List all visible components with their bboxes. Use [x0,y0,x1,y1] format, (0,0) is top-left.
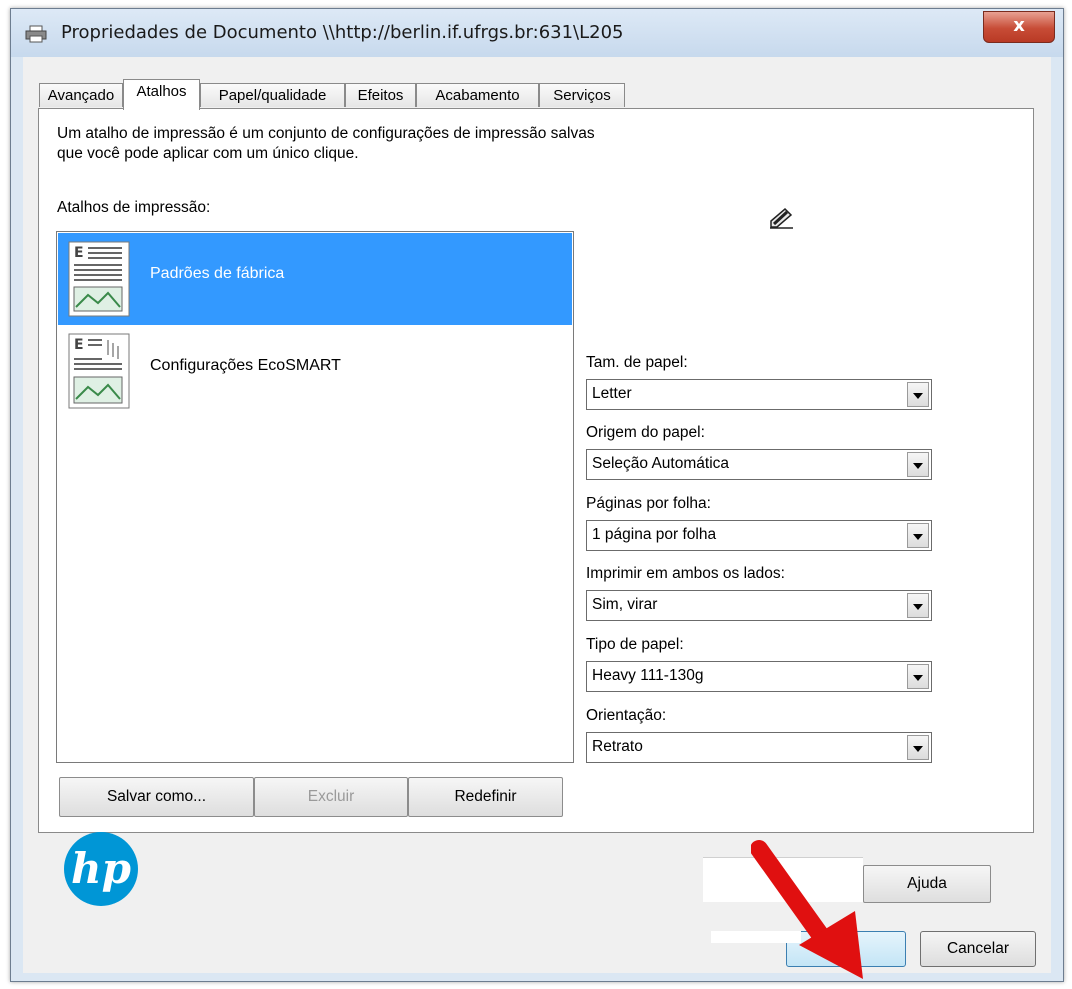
shortcut-label: Configurações EcoSMART [150,357,341,374]
paper-type-select[interactable]: Heavy 111-130g [586,661,932,692]
document-page-icon: E [68,333,130,409]
window-title: Propriedades de Documento \\http://berli… [61,22,624,43]
orientation-label: Orientação: [586,707,667,724]
atalhos-panel: Um atalho de impressão é um conjunto de … [38,108,1034,833]
paper-size-select[interactable]: Letter [586,379,932,410]
cancel-button[interactable]: Cancelar [920,931,1036,967]
chevron-down-icon[interactable] [907,593,929,618]
paper-type-label: Tipo de papel: [586,636,684,653]
hp-logo: hp [64,832,138,906]
svg-text:E: E [74,245,84,261]
pages-per-sheet-label: Páginas por folha: [586,495,711,512]
orientation-select[interactable]: Retrato [586,732,932,763]
shortcut-item-ecosmart[interactable]: E Configurações EcoSMART [58,325,572,417]
description-line-1: Um atalho de impressão é um conjunto de … [57,125,595,142]
tab-acabamento[interactable]: Acabamento [416,83,539,107]
chevron-down-icon[interactable] [907,523,929,548]
description-line-2: que você pode aplicar com um único cliqu… [57,145,359,162]
delete-button: Excluir [254,777,408,817]
pencil-icon[interactable] [769,207,795,229]
shortcut-list-label: Atalhos de impressão: [57,199,211,216]
shortcut-item-factory-defaults[interactable]: E Padrões de fábrica [58,233,572,325]
paper-size-label: Tam. de papel: [586,354,688,371]
shortcut-label: Padrões de fábrica [150,265,285,282]
paper-size-value: Letter [592,385,632,402]
chevron-down-icon[interactable] [907,664,929,689]
chevron-down-icon[interactable] [907,452,929,477]
tab-efeitos[interactable]: Efeitos [345,83,416,107]
chevron-down-icon[interactable] [907,735,929,760]
duplex-value: Sim, virar [592,596,658,613]
duplex-label: Imprimir em ambos os lados: [586,565,785,582]
document-page-icon: E [68,241,130,317]
paper-source-label: Origem do papel: [586,424,705,441]
tab-atalhos[interactable]: Atalhos [123,79,200,110]
chevron-down-icon[interactable] [907,382,929,407]
svg-text:hp: hp [71,844,131,893]
orientation-value: Retrato [592,738,643,755]
help-button[interactable]: Ajuda [863,865,991,903]
tab-servicos[interactable]: Serviços [539,83,625,107]
paper-type-value: Heavy 111-130g [592,667,704,684]
svg-text:E: E [74,337,84,353]
close-button[interactable]: x [983,11,1055,43]
shortcut-list[interactable]: E Padrões de fábrica E Configurações Eco… [56,231,574,763]
shortcut-description: Um atalho de impressão é um conjunto de … [57,124,777,164]
pages-per-sheet-value: 1 página por folha [592,526,717,543]
dialog-client-area: Avançado Atalhos Papel/qualidade Efeitos… [23,57,1051,973]
paper-source-select[interactable]: Seleção Automática [586,449,932,480]
pages-per-sheet-select[interactable]: 1 página por folha [586,520,932,551]
tab-avancado[interactable]: Avançado [39,83,123,107]
save-as-button[interactable]: Salvar como... [59,777,254,817]
document-properties-dialog: Propriedades de Documento \\http://berli… [10,8,1064,982]
tab-papel-qualidade[interactable]: Papel/qualidade [200,83,345,107]
red-arrow-annotation [751,840,863,979]
title-bar[interactable]: Propriedades de Documento \\http://berli… [11,9,1063,57]
duplex-select[interactable]: Sim, virar [586,590,932,621]
paper-source-value: Seleção Automática [592,455,730,472]
printer-icon [25,25,47,43]
reset-button[interactable]: Redefinir [408,777,563,817]
